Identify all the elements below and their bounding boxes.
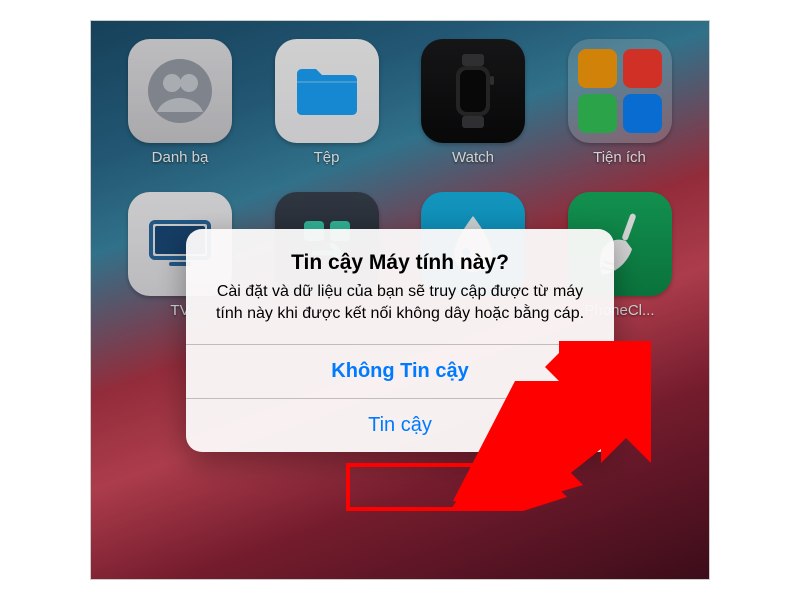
alert-title: Tin cậy Máy tính này? xyxy=(206,251,594,275)
tutorial-frame: Danh bạ Tệp xyxy=(0,0,800,600)
trust-button[interactable]: Tin cậy xyxy=(186,399,614,452)
trust-computer-alert: Tin cậy Máy tính này? Cài đặt và dữ liệu… xyxy=(186,229,614,452)
alert-message: Cài đặt và dữ liệu của bạn sẽ truy cập đ… xyxy=(206,281,594,324)
alert-body: Tin cậy Máy tính này? Cài đặt và dữ liệu… xyxy=(186,229,614,344)
iphone-screen: Danh bạ Tệp xyxy=(90,20,710,580)
dont-trust-button[interactable]: Không Tin cậy xyxy=(186,345,614,398)
